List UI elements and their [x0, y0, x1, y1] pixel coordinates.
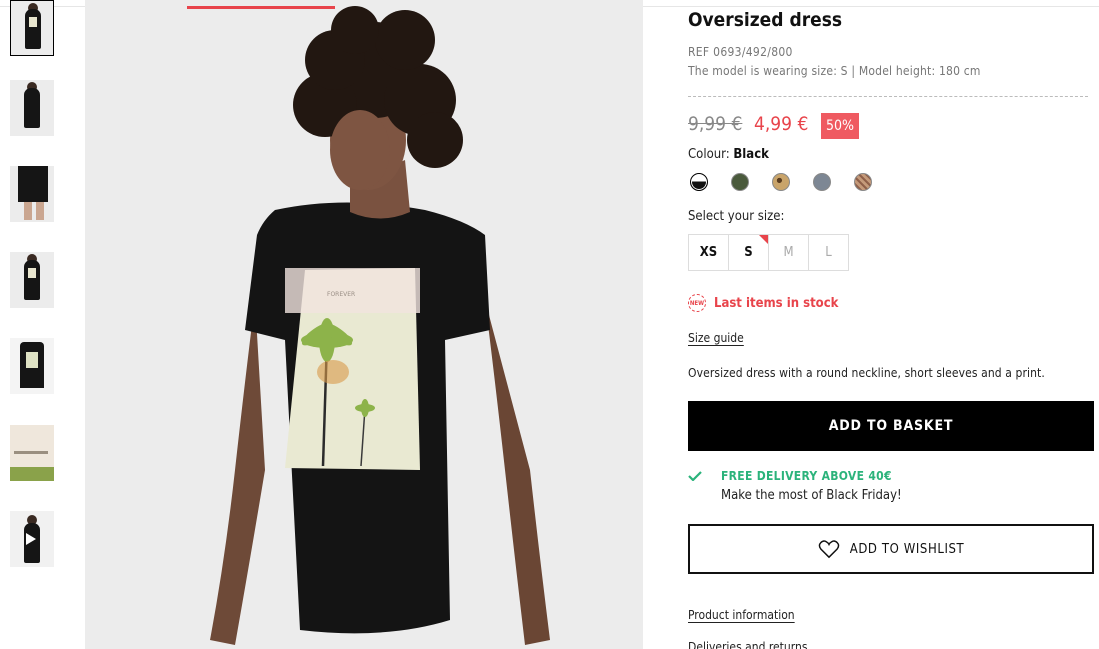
product-information-link[interactable]: Product information [688, 608, 795, 622]
colour-swatch-black[interactable] [690, 173, 708, 191]
product-page: FOREVER Oversized dress REF 0693/492/800… [0, 0, 1099, 649]
product-title: Oversized dress [688, 9, 843, 31]
colour-swatch-grey[interactable] [813, 173, 831, 191]
thumbnail-4[interactable] [10, 252, 54, 308]
discount-badge: 50% [821, 113, 859, 139]
size-option-s[interactable]: S [728, 234, 769, 271]
check-icon [688, 471, 702, 481]
model-size-info: The model is wearing size: S | Model hei… [688, 64, 981, 78]
size-option-xs[interactable]: XS [688, 234, 729, 271]
size-select-label: Select your size: [688, 209, 785, 224]
add-to-basket-button[interactable]: ADD TO BASKET [688, 401, 1094, 451]
divider [688, 96, 1088, 97]
print-text: FOREVER [327, 291, 355, 298]
colour-value: Black [733, 147, 769, 162]
colour-label: Colour: [688, 147, 730, 162]
delivery-subtitle: Make the most of Black Friday! [721, 488, 902, 503]
low-stock-corner-icon [759, 235, 768, 244]
add-to-wishlist-button[interactable]: ADD TO WISHLIST [688, 524, 1094, 574]
stock-notice: NEW Last items in stock [688, 294, 838, 312]
size-option-m[interactable]: M [768, 234, 809, 271]
stock-text: Last items in stock [714, 295, 839, 311]
thumbnail-2[interactable] [10, 80, 54, 136]
size-guide-link[interactable]: Size guide [688, 331, 744, 345]
heart-icon [818, 540, 839, 559]
thumbnail-video[interactable] [10, 511, 54, 567]
new-badge-icon: NEW [688, 294, 706, 312]
thumbnail-1[interactable] [10, 0, 54, 56]
wishlist-label: ADD TO WISHLIST [849, 541, 965, 557]
deliveries-returns-link[interactable]: Deliveries and returns [688, 640, 807, 649]
thumbnail-3[interactable] [10, 166, 54, 222]
product-description: Oversized dress with a round neckline, s… [688, 366, 1045, 380]
original-price: 9,99 € [688, 113, 743, 135]
sale-price: 4,99 € [754, 113, 809, 135]
colour-swatch-stripe[interactable] [854, 173, 872, 191]
product-main-image[interactable]: FOREVER [85, 0, 643, 649]
model-photo: FOREVER [210, 6, 550, 645]
colour-swatch-khaki[interactable] [731, 173, 749, 191]
play-icon [26, 533, 36, 545]
colour-label-line: Colour: Black [688, 147, 769, 162]
product-reference: REF 0693/492/800 [688, 45, 793, 59]
thumbnail-6[interactable] [10, 425, 54, 481]
size-option-s-label: S [744, 245, 753, 260]
size-selector: XS S M L [688, 234, 849, 271]
thumbnail-5[interactable] [10, 338, 54, 394]
colour-swatch-leopard[interactable] [772, 173, 790, 191]
delivery-title: FREE DELIVERY ABOVE 40€ [721, 469, 892, 483]
size-option-l[interactable]: L [808, 234, 849, 271]
image-progress-indicator [187, 6, 335, 9]
